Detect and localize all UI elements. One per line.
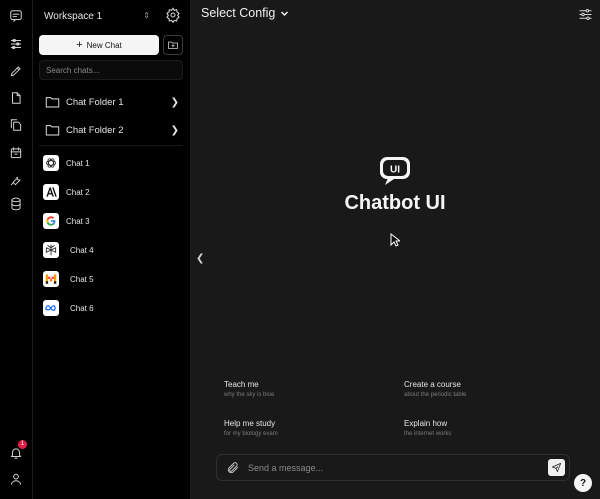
perplexity-logo-icon	[43, 242, 59, 258]
chat-item-5[interactable]: Chat 5	[43, 270, 183, 288]
files-icon[interactable]	[6, 115, 26, 135]
new-chat-button[interactable]: + New Chat	[39, 35, 159, 55]
chevron-updown-icon: ⇕	[143, 11, 150, 20]
folder-label: Chat Folder 2	[66, 124, 124, 136]
bell-icon[interactable]: 1	[6, 440, 27, 463]
prompt-title: Help me study	[224, 419, 276, 428]
prompt-suggestion-1[interactable]: Teach me why the sky is blue	[212, 374, 382, 404]
chat-settings-icon[interactable]	[578, 7, 594, 23]
sliders-icon[interactable]	[6, 34, 26, 54]
chevron-down-icon	[281, 10, 289, 16]
message-input[interactable]	[248, 459, 538, 477]
prompt-subtitle: why the sky is blue	[224, 392, 275, 398]
icon-rail: 1	[0, 0, 33, 499]
database-icon[interactable]	[6, 194, 26, 214]
logo-badge-text: UI	[390, 165, 400, 176]
mistral-logo-icon	[43, 271, 59, 287]
prompt-subtitle: the internet works	[404, 431, 452, 437]
chat-folder-2[interactable]: Chat Folder 2 ❯	[39, 119, 183, 141]
brand-title: Chatbot UI	[344, 192, 446, 214]
chat-icon[interactable]	[6, 6, 26, 26]
folder-icon	[45, 95, 60, 109]
google-logo-icon	[43, 213, 59, 229]
chat-folder-1[interactable]: Chat Folder 1 ❯	[39, 91, 183, 113]
gear-icon[interactable]	[165, 7, 181, 24]
chat-label: Chat 6	[70, 303, 94, 313]
prompt-suggestion-4[interactable]: Explain how the internet works	[392, 413, 562, 443]
folder-label: Chat Folder 1	[66, 96, 124, 108]
chat-label: Chat 1	[66, 158, 90, 168]
notification-badge: 1	[18, 440, 27, 449]
prompt-title: Teach me	[224, 380, 259, 389]
file-icon[interactable]	[6, 88, 26, 108]
prompt-suggestion-3[interactable]: Help me study for my biology exam	[212, 413, 382, 443]
prompt-suggestion-2[interactable]: Create a course about the periodic table	[392, 374, 562, 404]
chevron-right-icon: ❯	[170, 124, 179, 136]
prompt-subtitle: about the periodic table	[404, 392, 467, 398]
anthropic-logo-icon	[43, 184, 59, 200]
paperclip-icon[interactable]	[226, 461, 240, 475]
calendar-icon[interactable]	[6, 143, 26, 163]
meta-logo-icon	[43, 300, 59, 316]
chat-label: Chat 5	[70, 274, 94, 284]
chat-label: Chat 2	[66, 187, 90, 197]
workspace-select[interactable]: Workspace 1 ⇕	[39, 6, 155, 26]
main-area: Select Config UI Chatbot UI ❮ Teach me w…	[190, 0, 600, 499]
pencil-icon[interactable]	[6, 61, 26, 81]
new-chat-label: New Chat	[86, 40, 122, 50]
search-chats-input[interactable]	[39, 60, 183, 80]
collapse-sidebar-button[interactable]: ❮	[196, 253, 204, 264]
chat-item-2[interactable]: Chat 2	[43, 183, 183, 201]
send-icon	[551, 462, 562, 473]
chat-item-6[interactable]: Chat 6	[43, 299, 183, 317]
user-icon[interactable]	[6, 469, 26, 489]
folder-icon	[45, 123, 60, 137]
prompt-title: Create a course	[404, 380, 461, 389]
prompt-title: Explain how	[404, 419, 448, 428]
chevron-right-icon: ❯	[170, 96, 179, 108]
send-button[interactable]	[548, 459, 565, 476]
help-button[interactable]: ?	[574, 474, 592, 492]
folder-plus-icon	[168, 41, 178, 49]
chat-item-1[interactable]: Chat 1	[43, 154, 183, 172]
wrench-icon[interactable]	[6, 170, 26, 190]
chatbot-ui-logo-icon: UI	[378, 155, 412, 187]
new-folder-button[interactable]	[163, 35, 183, 55]
config-label: Select Config	[201, 6, 276, 20]
chat-item-4[interactable]: Chat 4	[43, 241, 183, 259]
chat-item-3[interactable]: Chat 3	[43, 212, 183, 230]
divider	[39, 145, 183, 146]
mouse-pointer-icon	[390, 233, 400, 247]
message-composer	[216, 454, 570, 481]
chat-label: Chat 3	[66, 216, 90, 226]
sidebar: Workspace 1 ⇕ + New Chat Chat Folder 1 ❯…	[33, 0, 190, 499]
select-config-dropdown[interactable]: Select Config	[201, 6, 289, 20]
plus-icon: +	[76, 38, 83, 51]
openai-logo-icon	[43, 155, 59, 171]
workspace-name: Workspace 1	[44, 10, 103, 22]
chat-label: Chat 4	[70, 245, 94, 255]
prompt-subtitle: for my biology exam	[224, 431, 278, 437]
